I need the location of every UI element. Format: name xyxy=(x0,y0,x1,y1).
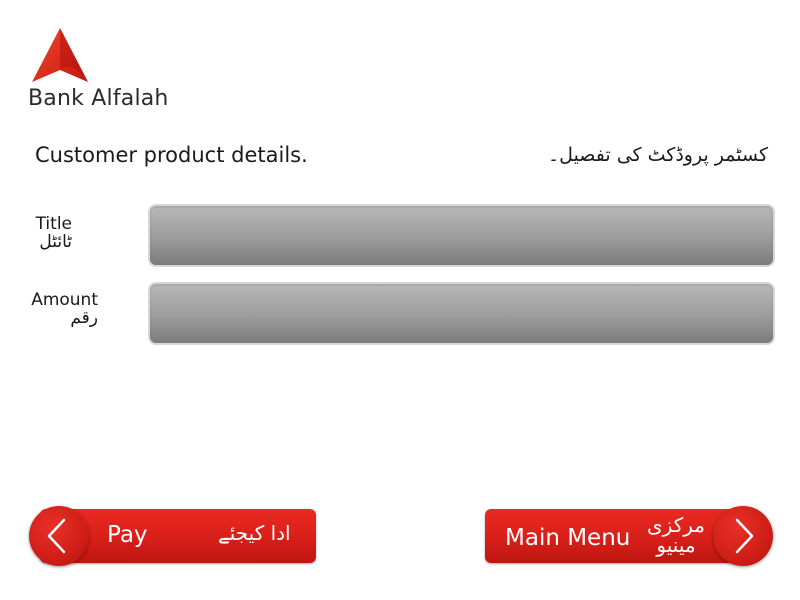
pay-chevron-button[interactable] xyxy=(29,506,89,566)
page-title: Customer product details. xyxy=(35,143,308,167)
main-menu-urdu-line1: مرکزی xyxy=(647,513,705,537)
pay-button-label-urdu: ادا کیجئے xyxy=(218,521,291,545)
atm-screen: Bank Alfalah Customer product details. ک… xyxy=(0,0,800,600)
title-label: Title ٹائٹل xyxy=(26,215,72,252)
chevron-right-icon xyxy=(735,518,754,554)
amount-label: Amount رقم xyxy=(30,291,98,328)
pay-button-label: Pay xyxy=(107,522,148,548)
bank-name: Bank Alfalah xyxy=(28,86,169,111)
bank-logo: Bank Alfalah xyxy=(28,26,178,116)
chevron-left-icon xyxy=(47,518,66,554)
page-title-urdu: کسٹمر پروڈکٹ کی تفصیل۔ xyxy=(548,144,768,166)
amount-field[interactable] xyxy=(148,282,775,345)
main-menu-chevron-button[interactable] xyxy=(713,506,773,566)
main-menu-urdu-line2: مینیو xyxy=(656,533,696,557)
main-menu-button[interactable]: Main Menu مرکزی مینیو xyxy=(485,509,747,563)
title-label-urdu: ٹائٹل xyxy=(39,231,72,252)
amount-label-urdu: رقم xyxy=(70,307,98,328)
main-menu-button-label-urdu: مرکزی مینیو xyxy=(643,515,709,555)
bank-logo-icon xyxy=(32,28,88,82)
main-menu-button-label: Main Menu xyxy=(505,525,631,551)
title-field[interactable] xyxy=(148,204,775,267)
